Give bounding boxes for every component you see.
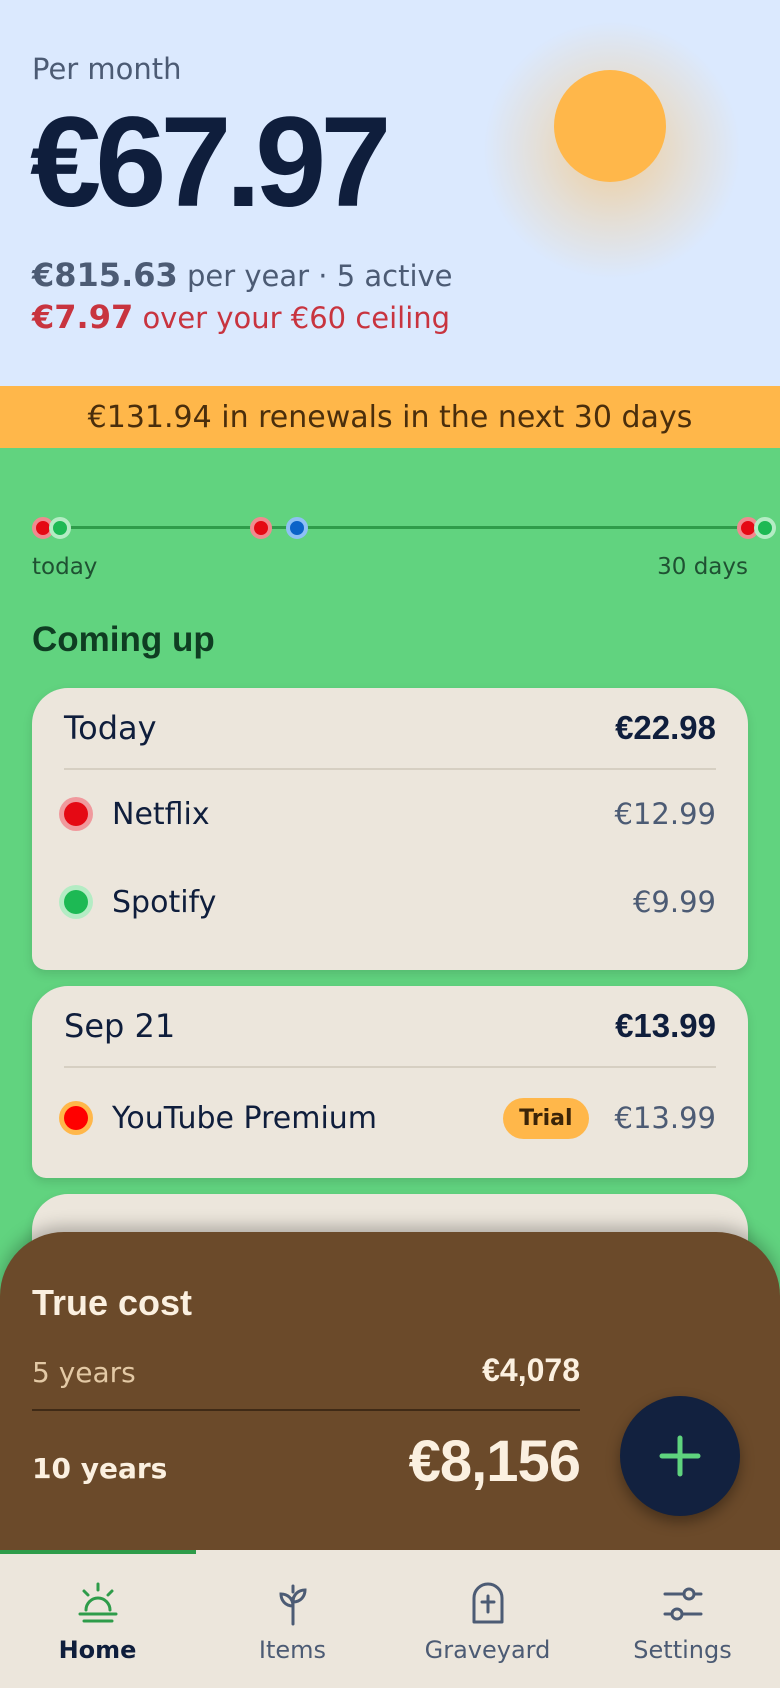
item-name: Spotify — [112, 884, 217, 920]
list-item[interactable]: Spotify €9.99 — [64, 858, 716, 946]
renewals-banner[interactable]: €131.94 in renewals in the next 30 days — [0, 386, 780, 448]
timeline-dot-blue[interactable] — [286, 517, 308, 539]
item-price: €13.99 — [614, 1101, 716, 1135]
bottom-navigation: Home Items Graveyard Settings — [0, 1550, 780, 1688]
sun-icon — [554, 70, 666, 182]
ceiling-warning: €7.97 over your €60 ceiling — [32, 298, 450, 336]
item-name: Netflix — [112, 796, 210, 832]
timeline-dot-red[interactable] — [250, 517, 272, 539]
item-price: €12.99 — [614, 797, 716, 831]
nav-label: Home — [58, 1636, 137, 1664]
item-price: €9.99 — [632, 885, 716, 919]
trial-badge: Trial — [503, 1097, 589, 1139]
tombstone-icon — [472, 1582, 503, 1624]
group-date: Today — [64, 709, 157, 747]
active-tab-indicator — [0, 1550, 196, 1554]
nav-label: Settings — [633, 1636, 732, 1664]
renewal-timeline: today 30 days — [0, 500, 780, 580]
timeline-dot-green-end[interactable] — [754, 517, 776, 539]
list-item[interactable]: Netflix €12.99 — [64, 770, 716, 858]
summary-header: Per month €67.97 €815.63 per year · 5 ac… — [0, 0, 780, 386]
timeline-track — [44, 526, 764, 529]
timeline-end-label: 30 days — [657, 554, 748, 580]
timeline-start-label: today — [32, 554, 98, 580]
monthly-amount: €67.97 — [30, 91, 391, 234]
group-date: Sep 21 — [64, 1007, 176, 1045]
item-name: YouTube Premium — [112, 1100, 378, 1136]
sprout-icon — [278, 1584, 307, 1626]
ten-years-value: €8,156 — [408, 1429, 581, 1494]
list-item[interactable]: YouTube Premium Trial €13.99 — [64, 1066, 716, 1170]
yearly-suffix: per year · 5 active — [186, 259, 453, 293]
group-total: €22.98 — [615, 709, 716, 746]
group-total: €13.99 — [615, 1007, 716, 1044]
group-header: Today €22.98 — [64, 688, 716, 770]
nav-item-graveyard[interactable]: Graveyard — [390, 1550, 585, 1688]
nav-item-settings[interactable]: Settings — [585, 1550, 780, 1688]
youtube-icon — [64, 1106, 88, 1130]
yearly-summary: €815.63 per year · 5 active — [32, 256, 453, 294]
per-month-label: Per month — [32, 52, 182, 86]
netflix-icon — [64, 802, 88, 826]
divider — [32, 1409, 580, 1411]
timeline-dot-spotify[interactable] — [49, 517, 71, 539]
sliders-icon — [663, 1587, 702, 1621]
spotify-icon — [64, 890, 88, 914]
nav-label: Graveyard — [424, 1636, 551, 1664]
coming-up-title: Coming up — [32, 620, 215, 659]
add-subscription-button[interactable] — [620, 1396, 740, 1516]
nav-item-home[interactable]: Home — [0, 1550, 195, 1688]
renewal-group-today[interactable]: Today €22.98 Netflix €12.99 Spotify €9.9… — [32, 688, 748, 970]
group-header: Sep 21 €13.99 — [64, 986, 716, 1068]
yearly-amount: €815.63 — [32, 256, 178, 294]
over-amount: €7.97 — [32, 298, 134, 336]
over-suffix: over your €60 ceiling — [142, 301, 451, 335]
true-cost-title: True cost — [32, 1282, 193, 1323]
nav-item-items[interactable]: Items — [195, 1550, 390, 1688]
nav-label: Items — [258, 1636, 327, 1664]
five-years-value: €4,078 — [482, 1352, 580, 1388]
sunrise-icon — [78, 1582, 117, 1623]
ten-years-label: 10 years — [32, 1452, 168, 1485]
five-years-label: 5 years — [32, 1356, 136, 1389]
renewal-group-sep-21[interactable]: Sep 21 €13.99 YouTube Premium Trial €13.… — [32, 986, 748, 1178]
plus-icon — [659, 1435, 701, 1477]
